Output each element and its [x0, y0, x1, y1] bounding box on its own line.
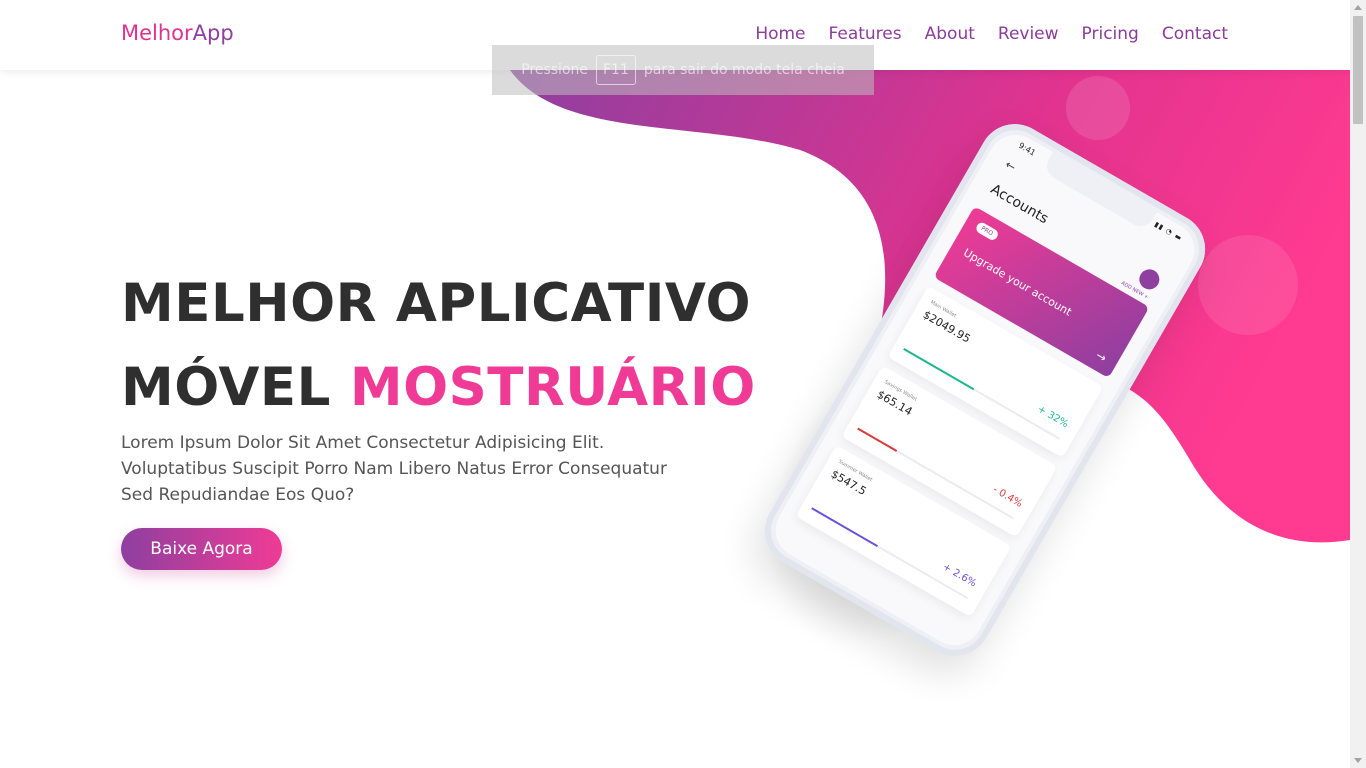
- hero-title-line2-dark: MÓVEL: [121, 357, 331, 418]
- upgrade-text: Upgrade your account: [961, 246, 1074, 319]
- signal-wifi-battery-icon: ▮▮ ◔ ▬: [1153, 220, 1184, 243]
- toast-text-before: Pressione: [521, 62, 588, 78]
- back-arrow-icon: ←: [1002, 157, 1019, 175]
- brand-logo[interactable]: MelhorApp: [121, 21, 234, 45]
- wallet-progress-track: [811, 507, 969, 600]
- hero-title-line2-pink: MOSTRUÁRIO: [349, 357, 756, 418]
- main-nav: Home Features About Review Pricing Conta…: [755, 24, 1228, 44]
- nav-home[interactable]: Home: [755, 24, 805, 44]
- hero-title: MELHOR APLICATIVO MÓVEL MOSTRUÁRIO: [121, 262, 756, 430]
- scroll-down-arrow-icon[interactable]: [1354, 758, 1362, 763]
- nav-about[interactable]: About: [925, 24, 975, 44]
- nav-pricing[interactable]: Pricing: [1082, 24, 1139, 44]
- toast-text-after: para sair do modo tela cheia: [643, 62, 845, 78]
- scroll-thumb[interactable]: [1353, 16, 1363, 124]
- wallet-progress-fill: [857, 427, 898, 452]
- download-now-button[interactable]: Baixe Agora: [121, 528, 282, 570]
- page-scrollbar[interactable]: [1350, 0, 1366, 768]
- hero-title-line1: MELHOR APLICATIVO: [121, 273, 752, 334]
- user-avatar-icon: [1135, 265, 1164, 294]
- scroll-up-arrow-icon[interactable]: [1354, 5, 1362, 10]
- nav-contact[interactable]: Contact: [1162, 24, 1228, 44]
- nav-features[interactable]: Features: [829, 24, 902, 44]
- arrow-right-icon: →: [1093, 348, 1110, 366]
- brand-logo-part2: App: [192, 21, 234, 45]
- wallet-change: - 0.4%: [990, 484, 1025, 510]
- pro-badge: PRO: [974, 220, 1000, 242]
- nav-review[interactable]: Review: [998, 24, 1059, 44]
- wallet-progress-fill: [811, 507, 878, 547]
- phone-time: 9:41: [1016, 140, 1038, 158]
- hero-description: Lorem Ipsum Dolor Sit Amet Consectetur A…: [121, 433, 667, 505]
- toast-key: F11: [596, 55, 636, 85]
- brand-logo-part1: Melhor: [121, 21, 193, 45]
- fullscreen-exit-toast: Pressione F11 para sair do modo tela che…: [492, 45, 874, 95]
